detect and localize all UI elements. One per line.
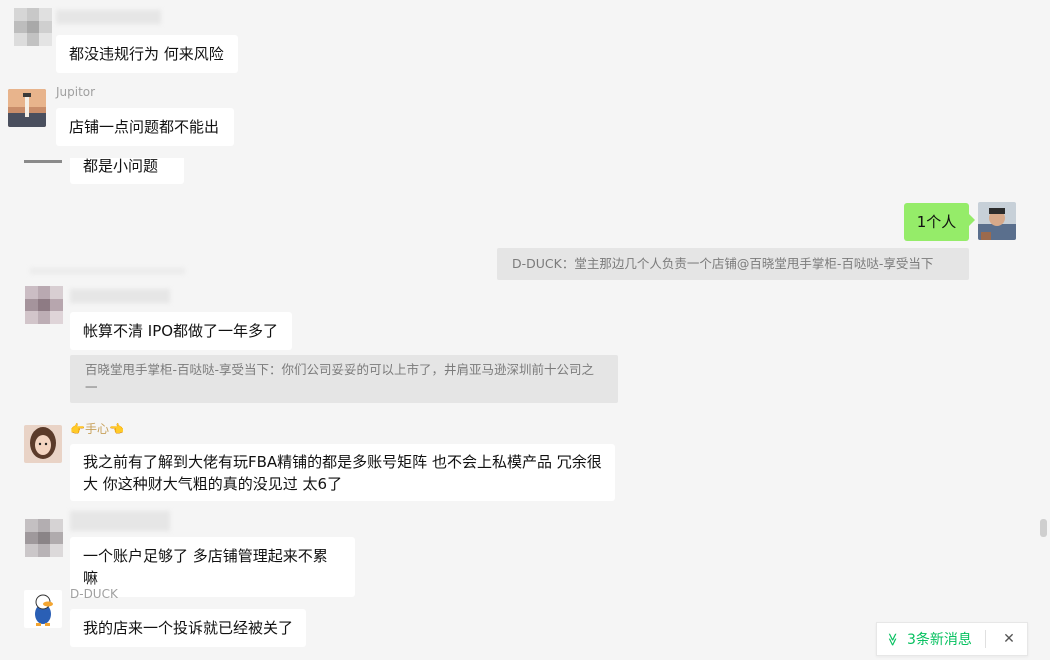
message-bubble-self[interactable]: 1个人 (904, 203, 969, 241)
system-tip-blurred (30, 268, 185, 274)
avatar[interactable] (978, 202, 1016, 240)
message-bubble[interactable]: 都是小问题啊 (70, 158, 184, 184)
message-bubble[interactable]: 都没违规行为 何来风险 (56, 35, 238, 73)
scrollbar-thumb[interactable] (1040, 519, 1047, 537)
sender-name: 👉手心👈 (70, 422, 124, 436)
new-messages-bar[interactable]: ≫ 3条新消息 ✕ (876, 622, 1028, 656)
message-bubble[interactable]: 店铺一点问题都不能出 (56, 108, 234, 146)
sender-name: Jupitor (56, 85, 96, 99)
avatar[interactable] (25, 286, 63, 324)
sender-name: D-DUCK (70, 587, 118, 601)
quoted-message[interactable]: D-DUCK：堂主那边几个人负责一个店铺@百晓堂甩手掌柜-百哒哒-享受当下 (497, 248, 969, 280)
message-bubble[interactable]: 我之前有了解到大佬有玩FBA精铺的都是多账号矩阵 也不会上私模产品 冗余很大 你… (70, 444, 615, 501)
message-bubble[interactable]: 帐算不清 IPO都做了一年多了 (70, 312, 292, 350)
sender-name-blurred (70, 289, 170, 303)
sender-name-blurred (56, 10, 161, 24)
avatar[interactable] (25, 519, 63, 557)
divider (985, 630, 986, 648)
avatar[interactable] (14, 8, 52, 46)
divider (24, 160, 62, 163)
bubble-tail (969, 214, 975, 226)
new-messages-label[interactable]: 3条新消息 (907, 629, 983, 649)
sender-name-blurred (70, 511, 170, 531)
quoted-message[interactable]: 百晓堂甩手掌柜-百哒哒-享受当下：你们公司妥妥的可以上市了，井肩亚马逊深圳前十公… (70, 355, 618, 403)
avatar[interactable] (8, 89, 46, 127)
double-chevron-down-icon[interactable]: ≫ (885, 624, 900, 654)
avatar[interactable] (24, 425, 62, 463)
close-icon[interactable]: ✕ (994, 631, 1024, 647)
avatar[interactable] (24, 590, 62, 628)
message-bubble[interactable]: 我的店来一个投诉就已经被关了 (70, 609, 306, 647)
